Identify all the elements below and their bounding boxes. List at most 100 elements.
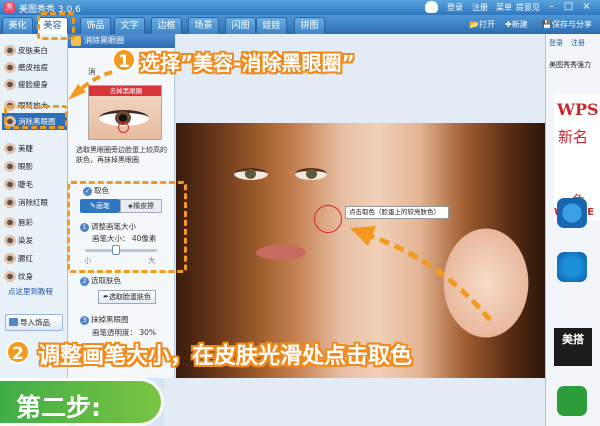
step3-text: 抹掉黑眼圈	[91, 315, 129, 324]
blush-icon	[4, 253, 16, 264]
photo-right-iris	[306, 169, 317, 179]
example-circle-mark	[118, 122, 129, 133]
sidebar-item-skin-whiten[interactable]: 皮肤美白	[2, 42, 67, 59]
cat-mascot-icon	[425, 1, 438, 13]
feedback-link[interactable]: 提意见	[516, 2, 540, 13]
sidebar-item-label: 睫毛	[18, 180, 33, 189]
tab-flash[interactable]: 闪图	[225, 17, 256, 34]
open-button[interactable]: 📂打开	[469, 19, 495, 30]
example-image: 去掉黑眼圈	[88, 85, 162, 140]
open-label: 打开	[478, 20, 495, 29]
save-label: 保存与分享	[551, 20, 592, 29]
sidebar-item-lipstick[interactable]: 唇彩	[2, 214, 67, 231]
badge-step1: 1	[112, 48, 136, 72]
sidebar-item-slim[interactable]: 瘦脸瘦身	[2, 76, 67, 93]
sidebar-item-hair-dye[interactable]: 染发	[2, 232, 67, 249]
right-login-link[interactable]: 登录	[549, 38, 563, 48]
highlight-beauty-tab	[37, 12, 75, 40]
sidebar-item-label: 染发	[18, 236, 33, 245]
menu-bar: 美化 美容 饰品 文字 边框 场景 闪图 娃娃 拼图 📂打开 ✚新建 💾保存与分…	[0, 15, 600, 34]
import-label: 导入饰品	[20, 318, 50, 327]
opacity-label: 画笔透明度：	[92, 328, 137, 337]
sidebar-item-eyelash[interactable]: 睫毛	[2, 176, 67, 193]
step-label: 第二步:	[16, 393, 101, 422]
eye-icon	[4, 179, 16, 190]
annotation-line1: 选择”美容-消除黑眼圈”	[140, 51, 355, 75]
step-banner: 第二步:	[0, 378, 164, 426]
photo-lips	[256, 245, 306, 260]
right-register-link[interactable]: 注册	[571, 38, 585, 48]
lips-icon	[4, 217, 16, 228]
badge-step2: 2	[6, 340, 30, 364]
face-icon	[4, 79, 16, 90]
k-app-icon[interactable]	[557, 198, 587, 228]
example-tag: 去掉黑眼圈	[89, 86, 161, 96]
step3-label: 3 抹掉黑眼圈	[80, 314, 129, 325]
app-logo-icon: 秀	[4, 2, 15, 13]
sidebar-item-label: 磨皮祛痘	[18, 63, 48, 72]
sidebar-item-label: 纹身	[18, 272, 33, 281]
right-sidebar: 登录 注册 美图秀秀强力 WPS 新名 免 Word/E 美搭	[545, 34, 600, 426]
import-button[interactable]: 导入饰品	[5, 314, 63, 331]
sidebar-item-redeye[interactable]: 消除红眼	[2, 194, 67, 211]
step2-text: 选取肤色	[91, 276, 121, 285]
sidebar-item-label: 唇彩	[18, 218, 33, 227]
tab-frames[interactable]: 边框	[151, 17, 182, 34]
pick-skin-button[interactable]: ✒选取脸蛋肤色	[98, 290, 156, 304]
opacity-row: 画笔透明度： 30%	[92, 327, 156, 338]
new-button[interactable]: ✚新建	[505, 19, 528, 30]
step2-num: 2	[80, 277, 89, 286]
right-title: 美图秀秀强力	[549, 61, 591, 69]
sidebar-item-label: 瘦脸瘦身	[18, 80, 48, 89]
sidebar-item-label: 消除红眼	[18, 198, 48, 207]
minimize-icon[interactable]: –	[545, 1, 558, 13]
tab-text[interactable]: 文字	[114, 17, 145, 34]
eye-icon	[4, 161, 16, 172]
tutorial-link[interactable]: 点这里到教程	[8, 286, 53, 297]
maximize-icon[interactable]: □	[562, 1, 575, 13]
ad-line2: 新名	[558, 128, 589, 146]
pick-skin-label: 选取脸蛋肤色	[108, 293, 151, 301]
sidebar-item-eyeshadow[interactable]: 眼影	[2, 158, 67, 175]
sidebar-item-label: 腮红	[18, 254, 33, 263]
menu-link[interactable]: 菜单	[496, 2, 512, 13]
gear-app-icon[interactable]	[557, 252, 587, 282]
tab-dolls[interactable]: 娃娃	[256, 17, 287, 34]
import-icon	[9, 318, 18, 326]
eye-icon	[4, 197, 16, 208]
tab-accessories[interactable]: 饰品	[80, 17, 111, 34]
green-app-icon[interactable]	[557, 386, 587, 416]
save-button[interactable]: 💾保存与分享	[542, 19, 592, 30]
tab-collage[interactable]: 拼图	[294, 17, 325, 34]
meida-app-icon[interactable]: 美搭	[554, 328, 592, 366]
sidebar-item-lashes[interactable]: 美睫	[2, 140, 67, 157]
ad-line1: WPS	[557, 100, 599, 119]
photo-left-iris	[245, 169, 256, 179]
eye-icon	[4, 143, 16, 154]
opacity-value: 30%	[139, 328, 157, 337]
face-icon	[4, 45, 16, 56]
sidebar-item-blush[interactable]: 腮红	[2, 250, 67, 267]
tab-scenes[interactable]: 场景	[188, 17, 219, 34]
sidebar-item-label: 眼影	[18, 162, 33, 171]
status-bar	[164, 378, 545, 426]
panel-description: 选取黑眼圈旁边脸蛋上较高的肤色，再抹掉黑眼圈	[76, 146, 167, 164]
highlight-dark-circle-item	[4, 105, 68, 129]
panel-subtitle: 消	[88, 67, 96, 76]
step3-num: 3	[80, 316, 89, 325]
title-bar: 秀 美图秀秀 3.0.6 登录 注册 菜单 提意见 – □ ×	[0, 0, 600, 15]
annotation-line2: 调整画笔大小，在皮肤光滑处点击取色	[38, 344, 413, 369]
tattoo-icon	[4, 271, 16, 282]
login-link[interactable]: 登录	[447, 2, 463, 13]
color-pick-cursor	[314, 205, 342, 233]
close-icon[interactable]: ×	[580, 1, 593, 13]
register-link[interactable]: 注册	[472, 2, 488, 13]
face-icon	[4, 62, 16, 73]
sidebar-item-smooth[interactable]: 磨皮祛痘	[2, 59, 67, 76]
sidebar-item-tattoo[interactable]: 纹身	[2, 268, 67, 285]
pick-tooltip: 点击取色（脸蛋上的较亮肤色）	[345, 206, 449, 219]
highlight-brush-settings	[67, 181, 187, 273]
new-label: 新建	[511, 20, 528, 29]
tab-beautify[interactable]: 美化	[2, 17, 33, 34]
sidebar-item-label: 皮肤美白	[18, 46, 48, 55]
